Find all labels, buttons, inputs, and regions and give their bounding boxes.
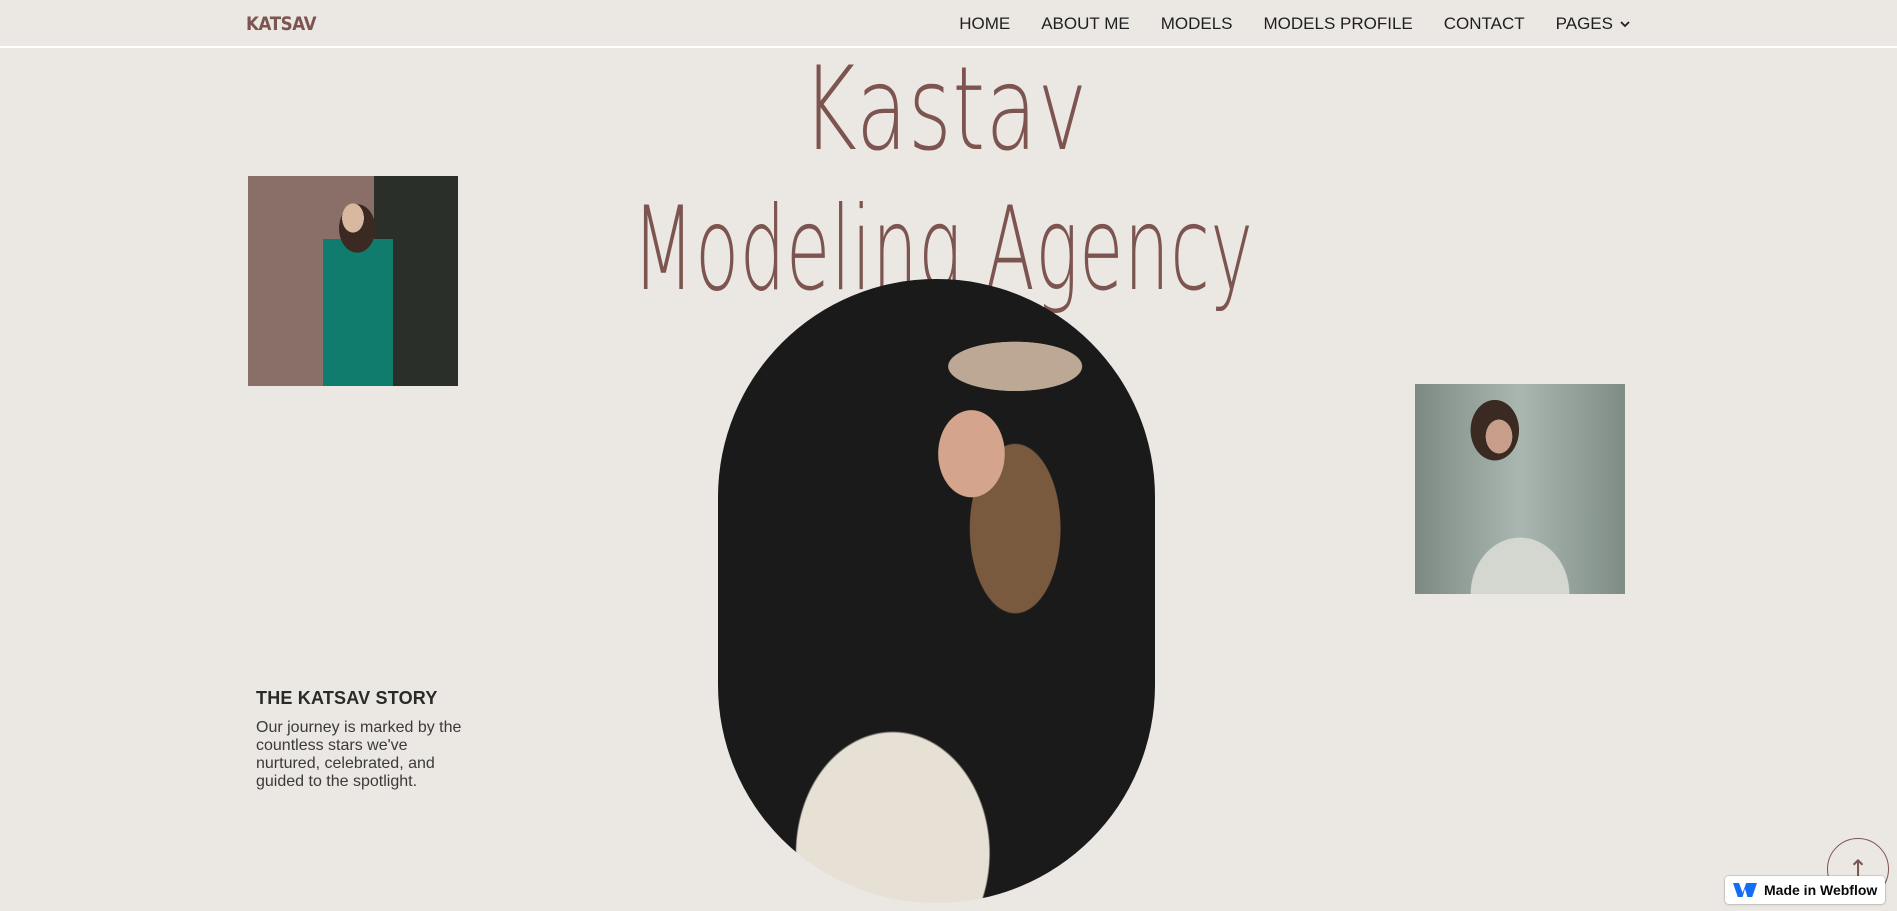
nav-models-link[interactable]: MODELS (1161, 14, 1233, 34)
main-menu: HOME ABOUT ME MODELS MODELS PROFILE CONT… (959, 14, 1630, 34)
webflow-logo-icon (1733, 883, 1757, 897)
chevron-down-icon (1620, 21, 1630, 28)
nav-home-link[interactable]: HOME (959, 14, 1010, 34)
top-navigation: KATSAV HOME ABOUT ME MODELS MODELS PROFI… (0, 0, 1897, 48)
nav-models-profile-link[interactable]: MODELS PROFILE (1264, 14, 1413, 34)
model-hoodie-photo (1415, 384, 1625, 594)
model-green-coat-photo (248, 176, 458, 386)
story-text: Our journey is marked by the countless s… (256, 719, 462, 790)
story-heading: THE KATSAV STORY (256, 688, 438, 708)
made-in-webflow-badge[interactable]: Made in Webflow (1725, 876, 1885, 904)
brand-logo[interactable]: KATSAV (246, 13, 317, 35)
nav-pages-dropdown[interactable]: PAGES (1556, 14, 1630, 34)
webflow-badge-label: Made in Webflow (1764, 882, 1878, 898)
hero-title-line-1: Kastav (802, 42, 1088, 177)
model-hat-portrait-photo (718, 279, 1155, 903)
nav-pages-label: PAGES (1555, 14, 1613, 33)
nav-about-link[interactable]: ABOUT ME (1041, 14, 1129, 34)
nav-contact-link[interactable]: CONTACT (1444, 14, 1525, 34)
